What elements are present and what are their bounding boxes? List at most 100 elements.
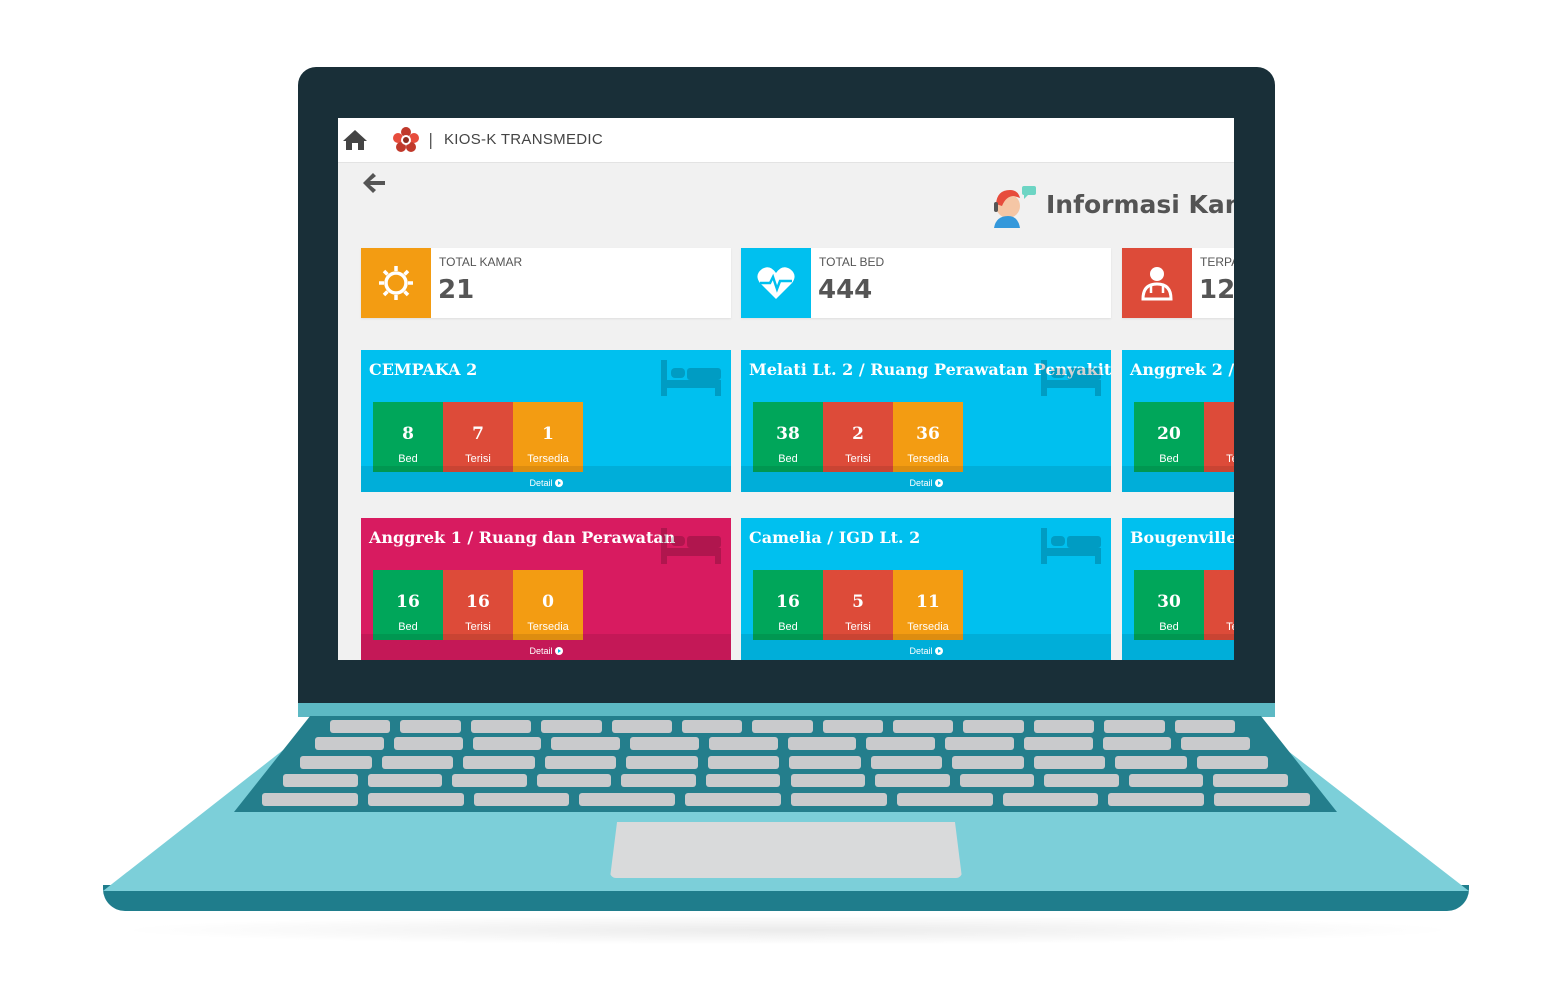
bed-stats: 20Bed1TerisiTersedia: [1134, 402, 1234, 472]
terisi-count-cell: 16 Terisi: [443, 570, 513, 640]
laptop-shadow: [110, 915, 1465, 945]
keyboard-key: [1023, 737, 1093, 750]
bed-count: 16: [396, 592, 420, 612]
tersedia-count-cell: 11 Tersedia: [893, 570, 963, 640]
keyboard-key: [875, 774, 950, 787]
stat-value: 21: [438, 275, 475, 305]
terisi-label: Terisi: [465, 453, 491, 465]
room-card[interactable]: Bougenville30Bed1TerisiTersediaDetail: [1122, 518, 1234, 660]
keyboard-key: [1196, 756, 1268, 769]
tersedia-count-cell: 1 Tersedia: [513, 402, 583, 472]
room-card[interactable]: Melati Lt. 2 / Ruang Perawatan Penyakit …: [741, 350, 1111, 492]
room-card[interactable]: CEMPAKA 2 8 Bed 7 Terisi 1 Tersedia Detail: [361, 350, 731, 492]
terisi-label: Terisi: [1226, 621, 1234, 633]
keyboard-key: [1115, 756, 1187, 769]
keyboard-key: [367, 774, 443, 787]
keyboard-key: [952, 756, 1024, 769]
keyboard-key: [752, 720, 813, 733]
terisi-label: Terisi: [465, 621, 491, 633]
bed-icon: [1041, 528, 1101, 564]
room-title: Anggrek 1 / Ruang dan Perawatan: [369, 528, 676, 547]
terisi-count: 1: [1204, 592, 1234, 612]
brand-separator: |: [428, 130, 434, 149]
keyboard-key: [681, 720, 743, 733]
keyboard-key: [790, 774, 866, 787]
terisi-count-cell: 2 Terisi: [823, 402, 893, 472]
keyboard-key: [551, 737, 620, 750]
gear-icon: [379, 266, 413, 300]
tersedia-label: Tersedia: [907, 621, 949, 633]
tersedia-count: 0: [542, 592, 554, 612]
keyboard-key: [1002, 793, 1099, 806]
detail-label: Detail: [529, 478, 553, 488]
keyboard-key: [789, 756, 861, 769]
terisi-count-cell: 7 Terisi: [443, 402, 513, 472]
terisi-label: Terisi: [1226, 453, 1234, 465]
keyboard-key: [452, 774, 527, 787]
bed-count-cell: 30 Bed: [1134, 570, 1204, 640]
keyboard-key: [541, 720, 602, 733]
room-card[interactable]: Anggrek 2 / Ruang 20Bed1TerisiTersediaDet…: [1122, 350, 1234, 492]
terisi-label: Terisi: [845, 453, 871, 465]
keyboard-key: [1214, 793, 1310, 806]
bed-stats: 30Bed1TerisiTersedia: [1134, 570, 1234, 640]
keyboard-key: [822, 720, 884, 733]
bed-count: 30: [1157, 592, 1181, 612]
keyboard-key: [473, 793, 570, 806]
keyboard-key: [472, 737, 542, 750]
back-arrow-icon[interactable]: [360, 170, 388, 196]
detail-link[interactable]: Detail: [361, 634, 731, 660]
detail-link[interactable]: Detail: [741, 466, 1111, 492]
terisi-label: Terisi: [845, 621, 871, 633]
terisi-count-cell: 1 Terisi: [1204, 570, 1234, 640]
detail-link[interactable]: Detail: [1122, 466, 1234, 492]
tersedia-count-cell: 36 Tersedia: [893, 402, 963, 472]
keyboard-key: [708, 737, 778, 750]
trackpad: [610, 822, 962, 878]
keyboard-key: [393, 737, 463, 750]
arrow-circle-right-icon: [554, 479, 563, 487]
keyboard-key: [1128, 774, 1204, 787]
keyboard-key: [611, 720, 672, 733]
keyboard-key: [579, 793, 676, 806]
bed-label: Bed: [398, 453, 418, 465]
room-card[interactable]: Camelia / IGD Lt. 2 16 Bed 5 Terisi 11 Tersedi…: [741, 518, 1111, 660]
bed-count: 8: [402, 424, 414, 444]
bed-stats: 16 Bed 5 Terisi 11 Tersedia: [753, 570, 963, 640]
tersedia-count: 11: [916, 592, 940, 612]
keyboard-key: [381, 756, 453, 769]
bed-stats: 8 Bed 7 Terisi 1 Tersedia: [373, 402, 583, 472]
keyboard-key: [1102, 737, 1172, 750]
keyboard-key: [707, 756, 779, 769]
terisi-count: 16: [466, 592, 490, 612]
bed-count-cell: 38 Bed: [753, 402, 823, 472]
heartbeat-icon: [757, 267, 795, 299]
room-title: Anggrek 2 / Ruang: [1130, 360, 1234, 379]
stat-label: TOTAL KAMAR: [439, 255, 523, 269]
screen: | KIOS-K TRANSMEDIC Informasi Kamar: [338, 118, 1234, 660]
detail-link[interactable]: Detail: [361, 466, 731, 492]
bed-label: Bed: [778, 453, 798, 465]
terisi-count-cell: 5 Terisi: [823, 570, 893, 640]
bed-label: Bed: [1159, 621, 1179, 633]
home-icon[interactable]: [342, 127, 368, 153]
detail-link[interactable]: Detail: [741, 634, 1111, 660]
app-name[interactable]: KIOS-K TRANSMEDIC: [444, 131, 603, 148]
keyboard-key: [959, 774, 1035, 787]
detail-label: Detail: [529, 646, 553, 656]
keyboard-key: [705, 774, 781, 787]
keyboard-key: [945, 737, 1014, 750]
bed-count-cell: 8 Bed: [373, 402, 443, 472]
keyboard-key: [896, 793, 993, 806]
terisi-count: 5: [852, 592, 864, 612]
tersedia-count-cell: 0 Tersedia: [513, 570, 583, 640]
kemenkes-logo-icon[interactable]: [390, 124, 422, 156]
keyboard-key: [1181, 737, 1250, 750]
room-card[interactable]: Anggrek 1 / Ruang dan Perawatan 16 Bed 16 Te…: [361, 518, 731, 660]
keyboard-key: [963, 720, 1024, 733]
detail-link[interactable]: Detail: [1122, 634, 1234, 660]
room-title: CEMPAKA 2: [369, 360, 478, 379]
stat-total-bed: TOTAL BED 444: [741, 248, 1111, 318]
top-navbar: | KIOS-K TRANSMEDIC: [338, 118, 1234, 163]
keyboard-key: [470, 720, 532, 733]
